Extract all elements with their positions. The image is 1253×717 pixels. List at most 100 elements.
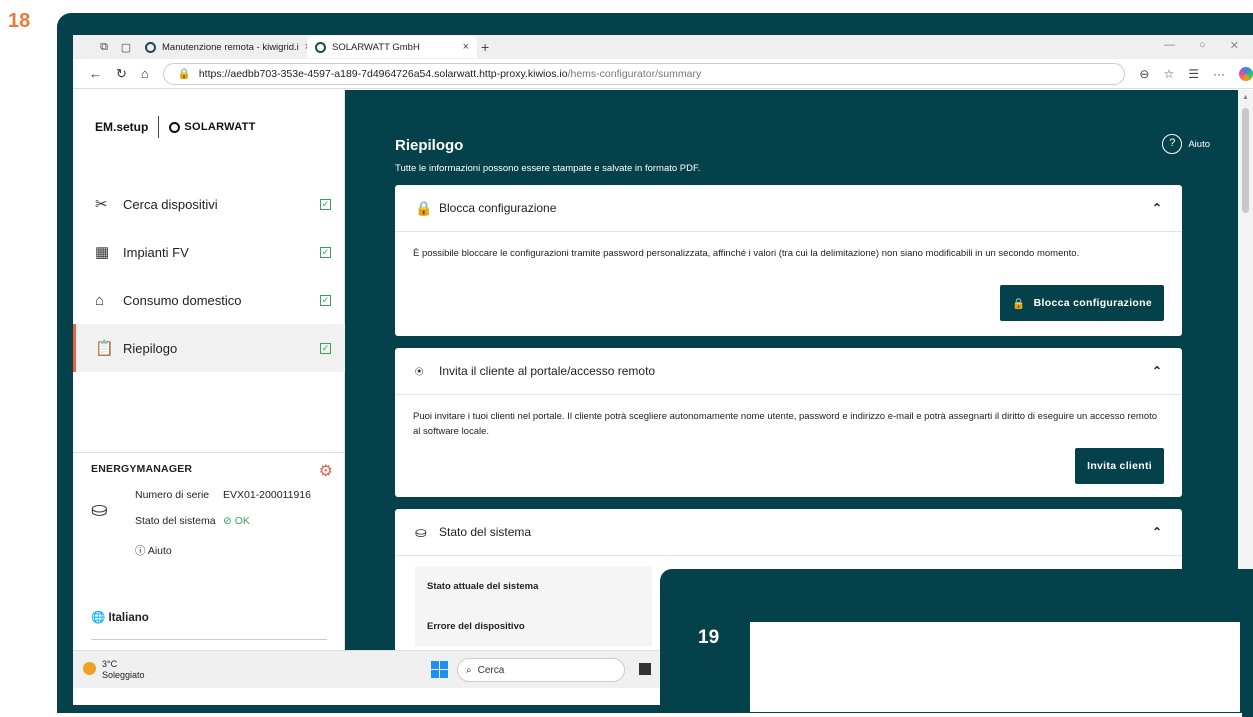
help-icon: ⓘ — [135, 545, 148, 557]
chevron-up-icon[interactable]: ⌃ — [1152, 201, 1162, 215]
step-number: 18 — [8, 10, 31, 32]
site-info-icon[interactable]: 🔒 — [178, 67, 191, 80]
workspaces-icon[interactable]: ⧉ — [93, 41, 115, 54]
page-subtitle: Tutte le informazioni possono essere sta… — [395, 163, 701, 174]
lock-config-card: 🔒 Blocca configurazione ⌃ È possibile bl… — [395, 185, 1182, 336]
sidebar-item-label: Cerca dispositivi — [123, 196, 218, 212]
serial-value: EVX01-200011916 — [223, 489, 311, 501]
sidebar-item-label: Consumo domestico — [123, 292, 242, 308]
url-field[interactable]: 🔒 https://aedbb703-353e-4597-a189-7d4964… — [162, 62, 1126, 85]
taskbar-search[interactable]: ⌕ Cerca — [457, 658, 625, 682]
back-icon[interactable]: ← — [89, 66, 102, 81]
energymanager-title: ENERGYMANAGER — [91, 463, 193, 475]
check-icon: ✓ — [320, 198, 331, 210]
lock-config-header[interactable]: 🔒 Blocca configurazione ⌃ — [395, 185, 1182, 232]
maximize-icon[interactable]: ○ — [1199, 39, 1206, 52]
invite-header[interactable]: ⍟ Invita il cliente al portale/accesso r… — [395, 348, 1182, 395]
weather-widget[interactable]: 3°C Soleggiato — [83, 659, 145, 681]
overlay-white-panel — [750, 622, 1240, 712]
solar-panel-icon: ▦ — [95, 244, 110, 261]
device-icon: ⛀ — [415, 523, 427, 540]
page-title: Riepilogo — [395, 137, 464, 154]
main-content: Riepilogo Tutte le informazioni possono … — [345, 90, 1238, 650]
sun-icon — [83, 662, 96, 675]
app-name: EM.setup — [95, 120, 149, 134]
solarwatt-favicon-icon — [145, 41, 156, 53]
refresh-icon[interactable]: ↻ — [116, 66, 127, 82]
sidebar-item-label: Impianti FV — [123, 244, 189, 260]
house-icon: ⌂ — [95, 291, 105, 309]
more-icon[interactable]: ··· — [1213, 67, 1225, 81]
card-title: Stato del sistema — [439, 525, 532, 539]
check-icon: ✓ — [320, 246, 331, 258]
address-actions: ⊖ ☆ ☰ ··· — [1139, 66, 1253, 81]
overlay-edge — [1242, 627, 1253, 717]
copilot-icon[interactable] — [1239, 66, 1253, 81]
tab-label: Manutenzione remota - kiwigrid.i — [162, 41, 299, 53]
table-row: Stato attuale del sistema — [415, 566, 652, 606]
taskbar-app-icon[interactable] — [639, 663, 651, 675]
close-tab-icon[interactable]: × — [463, 41, 469, 53]
sidebar-item-consumo-domestico[interactable]: ⌂ Consumo domestico ✓ — [73, 276, 345, 324]
zoom-icon[interactable]: ⊖ — [1139, 67, 1149, 81]
next-step-overlay: 19 — [660, 569, 1253, 717]
sidebar-item-riepilogo[interactable]: 📋 Riepilogo ✓ — [73, 324, 345, 372]
url-host: https://aedbb703-353e-4597-a189-7d496472… — [198, 67, 568, 80]
home-icon[interactable]: ⌂ — [141, 66, 149, 81]
lock-icon: 🔒 — [415, 199, 433, 216]
scrollbar-thumb[interactable] — [1242, 108, 1249, 213]
brand: EM.setup SOLARWATT — [95, 116, 256, 138]
user-circle-icon: ⍟ — [415, 362, 424, 379]
weather-desc: Soleggiato — [102, 670, 145, 680]
energymanager-device-icon: ⛀ — [91, 499, 108, 521]
sidebar-nav: ✂ Cerca dispositivi ✓ ▦ Impianti FV ✓ ⌂ … — [73, 180, 345, 372]
chevron-up-icon[interactable]: ⌃ — [1152, 525, 1162, 539]
serial-row: Numero di serie EVX01-200011916 — [91, 489, 327, 501]
card-title: Blocca configurazione — [439, 201, 557, 215]
favorites-icon[interactable]: ☰ — [1188, 67, 1199, 81]
sidebar-item-cerca-dispositivi[interactable]: ✂ Cerca dispositivi ✓ — [73, 180, 345, 228]
lock-config-body: È possibile bloccare le configurazioni t… — [395, 232, 1182, 275]
minimize-icon[interactable]: — — [1164, 39, 1175, 52]
address-bar: ← ↻ ⌂ 🔒 https://aedbb703-353e-4597-a189-… — [73, 59, 1253, 89]
new-tab-icon[interactable]: + — [481, 39, 489, 55]
status-label: Stato del sistema — [135, 515, 216, 527]
scroll-up-icon[interactable]: ▲ — [1242, 94, 1249, 101]
chevron-up-icon[interactable]: ⌃ — [1152, 364, 1162, 378]
brand-divider — [158, 116, 160, 138]
help-button[interactable]: ? Aiuto — [1162, 134, 1210, 154]
help-circle-icon: ? — [1162, 134, 1183, 154]
help-label: Aiuto — [1188, 138, 1210, 150]
solarwatt-logo-icon — [169, 121, 181, 133]
tab-label: SOLARWATT GmbH — [332, 41, 420, 53]
globe-icon: 🌐 — [91, 612, 109, 624]
windows-start-icon[interactable] — [431, 661, 448, 678]
serial-label: Numero di serie — [135, 489, 210, 501]
lock-config-button[interactable]: 🔒 Blocca configurazione — [1000, 285, 1164, 321]
help-link[interactable]: ⓘ Aiuto — [91, 543, 327, 558]
tab-manutenzione[interactable]: Manutenzione remota - kiwigrid.i × — [137, 36, 307, 58]
system-status-header[interactable]: ⛀ Stato del sistema ⌃ — [395, 509, 1182, 556]
scrollbar[interactable]: ▲ — [1238, 90, 1253, 650]
favorite-star-icon[interactable]: ☆ — [1163, 67, 1174, 81]
close-window-icon[interactable]: ✕ — [1230, 39, 1239, 52]
overlay-step-number: 19 — [698, 627, 720, 648]
check-icon: ✓ — [320, 294, 331, 306]
url-path: /hems-configurator/summary — [567, 67, 702, 80]
solarwatt-favicon-icon — [315, 41, 326, 53]
invite-clients-button[interactable]: Invita clienti — [1075, 448, 1164, 484]
window-controls: — ○ ✕ — [1164, 39, 1239, 52]
divider — [91, 639, 327, 640]
gear-icon[interactable]: ⚙ — [319, 461, 333, 481]
sidebar-item-impianti-fv[interactable]: ▦ Impianti FV ✓ — [73, 228, 345, 276]
language-selector[interactable]: 🌐 Italiano — [91, 610, 149, 624]
status-badge: ⊘ OK — [223, 515, 250, 527]
weather-temp: 3°C — [102, 659, 118, 669]
tab-solarwatt[interactable]: SOLARWATT GmbH × — [307, 36, 477, 58]
card-title: Invita il cliente al portale/accesso rem… — [439, 364, 656, 378]
card-text: Puoi invitare i tuoi clienti nel portale… — [413, 411, 1158, 437]
energymanager-panel: ENERGYMANAGER ⚙ ⛀ Numero di serie EVX01-… — [73, 452, 345, 568]
sidebar: EM.setup SOLARWATT ✂ Cerca dispositivi ✓… — [73, 90, 345, 665]
tab-actions-icon[interactable]: ▢ — [115, 41, 137, 54]
card-text: È possibile bloccare le configurazioni t… — [413, 248, 1080, 259]
